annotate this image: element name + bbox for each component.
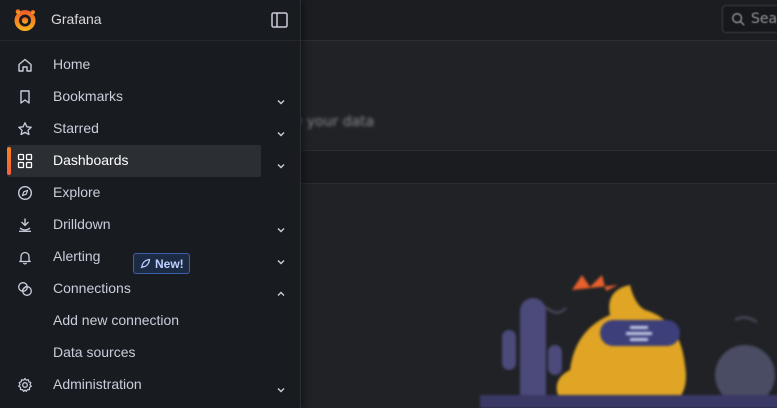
nav-item-label: Drilldown xyxy=(53,216,111,232)
chevron-down-icon[interactable] xyxy=(276,225,286,235)
search-placeholder: Sea xyxy=(751,11,777,27)
chevron-down-icon[interactable] xyxy=(276,257,286,267)
nav-item-label: Home xyxy=(53,56,91,72)
bookmark-icon xyxy=(20,90,30,104)
nav-item-alerting[interactable]: Alerting xyxy=(7,241,261,273)
nav-item-label: Alerting xyxy=(53,248,101,264)
nav-subitem-label: Add new connection xyxy=(53,312,180,328)
nav-item-label: Administration xyxy=(53,376,142,392)
chevron-down-icon[interactable] xyxy=(276,161,286,171)
search-box[interactable]: Sea xyxy=(722,5,777,33)
nav-item-label: Bookmarks xyxy=(53,88,124,104)
nav-subitem-label: Data sources xyxy=(53,344,136,360)
nav-item-label: Explore xyxy=(53,184,101,200)
nav-subitem-add-new-connection[interactable]: Add new connection xyxy=(7,305,261,337)
grafana-logo-icon[interactable] xyxy=(12,7,38,33)
chevron-down-icon[interactable] xyxy=(276,385,286,395)
nav-item-label: Starred xyxy=(53,120,99,136)
compass-icon xyxy=(17,185,33,201)
nav-item-explore[interactable]: Explore xyxy=(7,177,261,209)
gear-icon xyxy=(18,377,32,393)
nav-item-drilldown[interactable]: Drilldown xyxy=(7,209,261,241)
nav-item-label: Dashboards xyxy=(53,152,129,168)
apps-grid-icon xyxy=(17,153,33,169)
connections-icon xyxy=(18,282,32,296)
nav-item-label: Connections xyxy=(53,280,131,296)
empty-state-illustration xyxy=(480,275,777,408)
chevron-up-icon[interactable] xyxy=(276,289,286,299)
mega-menu: Grafana Home Bookmarks Starred Dashboard… xyxy=(0,0,301,408)
dock-menu-icon[interactable] xyxy=(271,12,288,28)
drilldown-icon xyxy=(19,218,31,232)
menu-header: Grafana xyxy=(0,0,300,41)
search-icon xyxy=(732,13,745,26)
chevron-down-icon[interactable] xyxy=(276,129,286,139)
star-icon xyxy=(18,122,32,136)
chevron-down-icon[interactable] xyxy=(276,97,286,107)
home-icon xyxy=(18,58,32,72)
app-name[interactable]: Grafana xyxy=(51,11,102,27)
nav-item-starred[interactable]: Starred xyxy=(7,113,261,145)
nav-subitem-data-sources[interactable]: Data sources xyxy=(7,337,261,369)
nav-item-connections[interactable]: Connections xyxy=(7,273,261,305)
active-indicator xyxy=(7,147,11,175)
bell-icon xyxy=(19,251,31,265)
nav-item-administration[interactable]: Administration xyxy=(7,369,261,401)
nav-item-home[interactable]: Home xyxy=(7,49,261,81)
nav-item-dashboards[interactable]: Dashboards xyxy=(7,145,261,177)
nav-item-bookmarks[interactable]: Bookmarks xyxy=(7,81,261,113)
